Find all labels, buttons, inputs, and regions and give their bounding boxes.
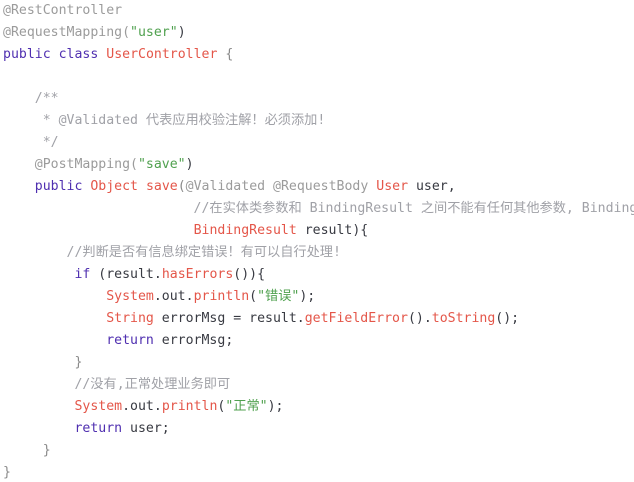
code-token: */ (3, 135, 59, 150)
code-token: { (217, 47, 234, 62)
code-line-12: //判断是否有信息绑定错误！有可以自行处理! (3, 242, 341, 264)
code-token: } (3, 355, 83, 370)
code-token: "正常" (225, 399, 268, 414)
code-token: (); (495, 311, 520, 326)
code-token: errorMsg; (153, 333, 234, 348)
code-token: getFieldError (304, 311, 408, 326)
code-token: Object (90, 179, 138, 194)
code-line-16: return errorMsg; (3, 330, 233, 352)
code-token: (). (407, 311, 432, 326)
code-token: .out. (122, 399, 162, 414)
code-token: * @Validated 代表应用校验注解！必须添加! (3, 113, 326, 128)
code-token: return (106, 333, 154, 348)
code-token: //判断是否有信息绑定错误！有可以自行处理! (3, 245, 341, 260)
code-token: //在实体类参数和 BindingResult 之间不能有任何其他参数, Bin… (3, 201, 634, 216)
code-token: } (3, 443, 51, 458)
code-block: @RestController @RequestMapping("user") … (0, 0, 634, 482)
code-token: System (74, 399, 123, 414)
code-token: @Validated @RequestBody (185, 179, 369, 194)
code-token: .out. (153, 289, 194, 304)
code-token: save (145, 179, 178, 194)
code-line-13: if (result.hasErrors()){ (3, 264, 265, 286)
code-token: UserController (106, 47, 218, 62)
code-token: return (74, 421, 123, 436)
code-token: user; (122, 421, 170, 436)
code-line-22: } (3, 462, 11, 482)
code-token: ); (267, 399, 284, 414)
code-line-5: /** (3, 88, 59, 110)
code-line-7: */ (3, 132, 59, 154)
code-token: public (34, 179, 83, 194)
code-token: if (74, 267, 91, 282)
code-token: @RestController (3, 3, 123, 18)
code-token: "user" (130, 25, 178, 40)
code-token: ); (299, 289, 316, 304)
code-token: user, (408, 179, 456, 194)
code-token: ( (249, 289, 258, 304)
code-token: } (3, 465, 11, 480)
code-line-19: System.out.println("正常"); (3, 396, 284, 418)
code-line-15: String errorMsg = result.getFieldError()… (3, 308, 519, 330)
code-token: String (106, 311, 154, 326)
code-line-10: //在实体类参数和 BindingResult 之间不能有任何其他参数, Bin… (3, 198, 634, 220)
code-token: @RequestMapping( (3, 25, 131, 40)
code-token: ) (185, 157, 194, 172)
code-line-3: public class UserController { (3, 44, 233, 66)
code-line-1: @RestController (3, 0, 122, 22)
code-token: (result. (90, 267, 162, 282)
code-line-9: public Object save(@Validated @RequestBo… (3, 176, 456, 198)
code-token: class (58, 47, 99, 62)
code-token: ( (177, 179, 186, 194)
code-token: System (106, 289, 154, 304)
code-token: ()){ (233, 267, 266, 282)
code-token: println (161, 399, 218, 414)
code-token: //没有,正常处理业务即可 (3, 377, 231, 392)
code-line-20: return user; (3, 418, 170, 440)
code-token: toString (431, 311, 496, 326)
code-line-6: * @Validated 代表应用校验注解！必须添加! (3, 110, 326, 132)
code-token: public (3, 47, 51, 62)
code-token: /** (3, 91, 59, 106)
code-token: hasErrors (161, 267, 234, 282)
code-line-11: BindingResult result){ (3, 220, 369, 242)
code-line-14: System.out.println("错误"); (3, 286, 315, 308)
code-token: ) (177, 25, 186, 40)
code-token: "save" (137, 157, 186, 172)
code-line-2: @RequestMapping("user") (3, 22, 186, 44)
code-token: User (376, 179, 409, 194)
code-token: BindingResult (193, 223, 297, 238)
code-line-8: @PostMapping("save") (3, 154, 194, 176)
code-token: result){ (296, 223, 369, 238)
code-token: errorMsg = result. (153, 311, 305, 326)
code-line-17: } (3, 352, 82, 374)
code-line-21: } (3, 440, 51, 462)
code-line-18: //没有,正常处理业务即可 (3, 374, 230, 396)
code-token: @PostMapping( (3, 157, 138, 172)
code-token: println (193, 289, 250, 304)
code-token: "错误" (257, 289, 300, 304)
